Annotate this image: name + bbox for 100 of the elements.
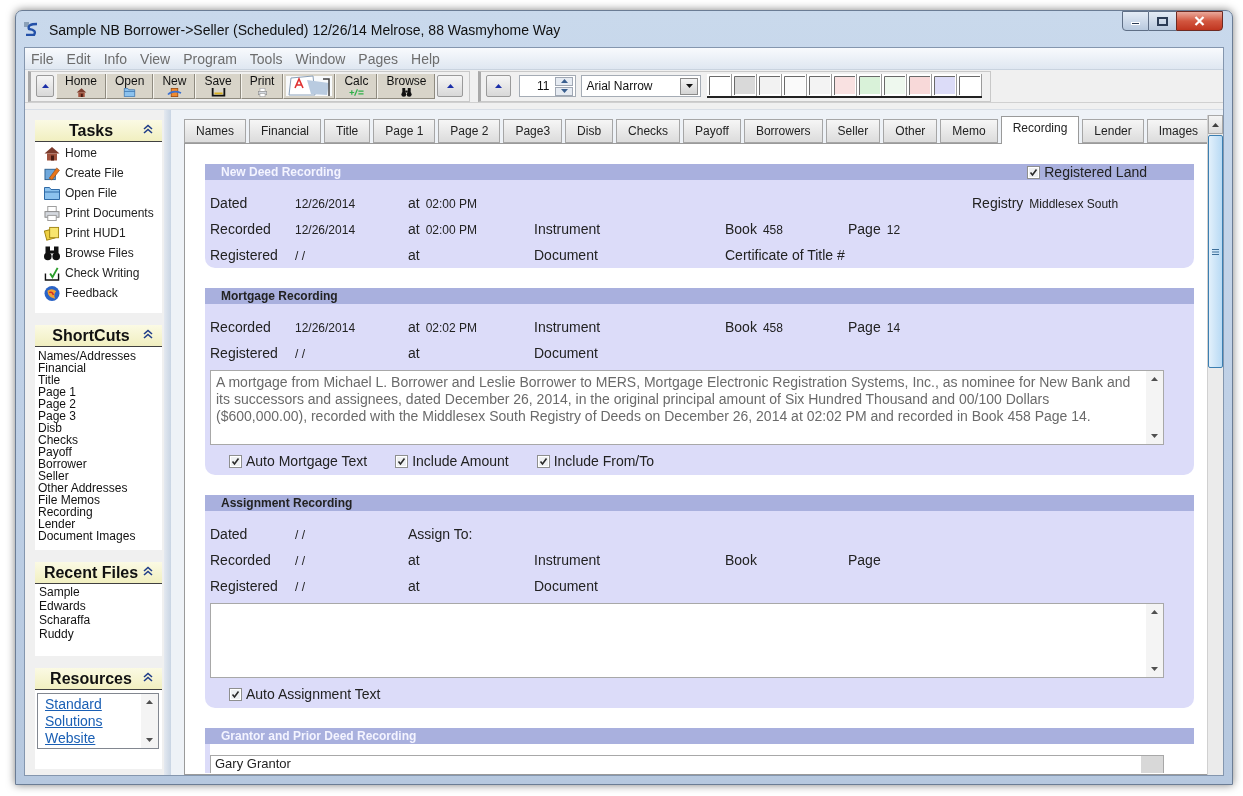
color-swatch[interactable]	[807, 74, 833, 96]
shortcut-link[interactable]: Names/Addresses	[38, 350, 137, 362]
font-size-spinner[interactable]: 11	[519, 75, 577, 97]
checkbox[interactable]	[395, 454, 409, 468]
tab[interactable]: Financial	[249, 119, 322, 143]
collapse-chevron-icon[interactable]	[143, 672, 153, 682]
color-swatch[interactable]	[957, 74, 983, 96]
collapse-button[interactable]	[36, 75, 54, 97]
color-swatch[interactable]	[857, 74, 883, 96]
menu-item[interactable]: File	[31, 50, 54, 67]
field-value[interactable]: / /	[295, 345, 305, 361]
recent-file-link[interactable]: Ruddy	[39, 627, 74, 641]
collapse-chevron-icon[interactable]	[143, 566, 153, 576]
field-value[interactable]: 02:00 PM	[425, 221, 478, 237]
shortcut-link[interactable]: Payoff	[38, 446, 72, 458]
shortcut-link[interactable]: Disb	[38, 422, 62, 434]
toolbar-button[interactable]: Home	[56, 73, 106, 99]
tab[interactable]: Names	[184, 119, 246, 143]
shortcut-link[interactable]: Title	[38, 374, 61, 386]
shortcut-link[interactable]: Recording	[38, 506, 93, 518]
toolbar-button[interactable]: Calc	[335, 73, 378, 99]
toolbar-button[interactable]: Print	[240, 73, 284, 99]
recent-file-link[interactable]: Edwards	[39, 599, 86, 613]
field-value[interactable]: 12/26/2014	[295, 319, 356, 335]
shortcut-link[interactable]: Borrower	[38, 458, 87, 470]
menu-item[interactable]: Info	[103, 50, 128, 67]
color-swatch[interactable]	[907, 74, 933, 96]
menu-item[interactable]: Window	[295, 50, 346, 67]
text-field[interactable]: Gary Grantor	[210, 755, 1164, 773]
toolbar-button[interactable]: New	[153, 73, 196, 99]
field-value[interactable]: 12/26/2014	[295, 221, 356, 237]
checkbox[interactable]	[1027, 165, 1041, 179]
menu-item[interactable]: Tools	[249, 50, 283, 67]
scrollbar[interactable]	[1207, 115, 1223, 775]
task-link[interactable]: Print Documents	[65, 206, 154, 220]
toolbar-button[interactable]	[283, 73, 336, 99]
checkbox[interactable]	[229, 687, 242, 701]
collapse-chevron-icon[interactable]	[143, 124, 153, 134]
color-swatch[interactable]	[932, 74, 958, 96]
menu-item[interactable]: View	[140, 50, 171, 67]
tab[interactable]: Seller	[825, 119, 881, 143]
tab[interactable]: Payoff	[683, 119, 741, 143]
shortcut-link[interactable]: Seller	[38, 470, 69, 482]
scrollbar[interactable]	[1146, 371, 1163, 444]
field-value[interactable]: / /	[295, 247, 305, 263]
toolbar-button[interactable]: Open	[106, 73, 154, 99]
shortcut-link[interactable]: Page 1	[38, 386, 77, 398]
menu-item[interactable]: Program	[183, 50, 237, 67]
shortcut-link[interactable]: Other Addresses	[38, 482, 128, 494]
menu-item[interactable]: Pages	[358, 50, 398, 67]
tab[interactable]: Page3	[503, 119, 563, 143]
tab[interactable]: Checks	[616, 119, 681, 143]
font-select[interactable]: Arial Narrow	[581, 75, 702, 97]
field-value[interactable]: 458	[762, 319, 783, 335]
shortcut-link[interactable]: Document Images	[38, 530, 136, 542]
task-link[interactable]: Feedback	[65, 286, 118, 300]
field-value[interactable]: / /	[295, 552, 305, 568]
recent-file-link[interactable]: Sample	[39, 585, 80, 599]
checkbox[interactable]	[536, 454, 550, 468]
color-swatch[interactable]	[882, 74, 908, 96]
tab[interactable]: Title	[324, 119, 371, 143]
collapse-button[interactable]	[486, 75, 512, 97]
field-value[interactable]: 12/26/2014	[295, 195, 356, 211]
task-link[interactable]: Create File	[65, 166, 124, 180]
menu-item[interactable]: Edit	[66, 50, 91, 67]
task-link[interactable]: Browse Files	[65, 246, 134, 260]
scrollbar[interactable]	[1146, 604, 1163, 677]
close-button[interactable]	[1176, 11, 1223, 31]
task-link[interactable]: Home	[65, 146, 97, 160]
tab[interactable]: Disb	[565, 119, 614, 143]
color-swatch[interactable]	[757, 74, 783, 96]
color-swatch[interactable]	[732, 74, 758, 96]
field-value[interactable]: 02:02 PM	[425, 319, 478, 335]
shortcut-link[interactable]: Financial	[38, 362, 87, 374]
toolbar-button[interactable]: Save	[195, 73, 241, 99]
color-swatch[interactable]	[707, 74, 733, 96]
tab[interactable]: Memo	[940, 119, 998, 143]
maximize-button[interactable]	[1149, 11, 1176, 31]
field-value[interactable]: Middlesex South	[1029, 195, 1119, 211]
text-area[interactable]: A mortgage from Michael L. Borrower and Leslie Borrower to MERS, Mortgage Electronic Registration Systems, Inc., as nominee for New Bank and its successors and assignees, dated December 26, 2014, in the original principal amount of Six Hundred Thousand and 00/100 Dollars ($600,000.00), recorded with the Middlesex South Registry of Deeds on December 26, 2014 at 02:02 PM and recorded in Book 458 Page 14.	[210, 370, 1164, 445]
shortcut-link[interactable]: Lender	[38, 518, 76, 530]
tab[interactable]: Other	[883, 119, 938, 143]
task-link[interactable]: Check Writing	[65, 266, 140, 280]
shortcut-link[interactable]: Page 2	[38, 398, 77, 410]
field-value[interactable]: / /	[295, 578, 305, 594]
tab[interactable]: Borrowers	[743, 119, 823, 143]
color-swatch[interactable]	[832, 74, 858, 96]
minimize-button[interactable]	[1122, 11, 1149, 31]
shortcut-link[interactable]: Checks	[38, 434, 78, 446]
shortcut-link[interactable]: Page 3	[38, 410, 77, 422]
collapse-button[interactable]	[437, 75, 464, 97]
scroll-thumb[interactable]	[1208, 135, 1223, 368]
scrollbar[interactable]	[141, 694, 158, 748]
task-link[interactable]: Print HUD1	[65, 226, 126, 240]
field-value[interactable]: 14	[886, 319, 901, 335]
tab[interactable]: Lender	[1082, 119, 1144, 143]
field-value[interactable]: / /	[295, 526, 305, 542]
tab[interactable]: Page 1	[373, 119, 436, 143]
shortcut-link[interactable]: File Memos	[38, 494, 100, 506]
menu-item[interactable]: Help	[411, 50, 440, 67]
